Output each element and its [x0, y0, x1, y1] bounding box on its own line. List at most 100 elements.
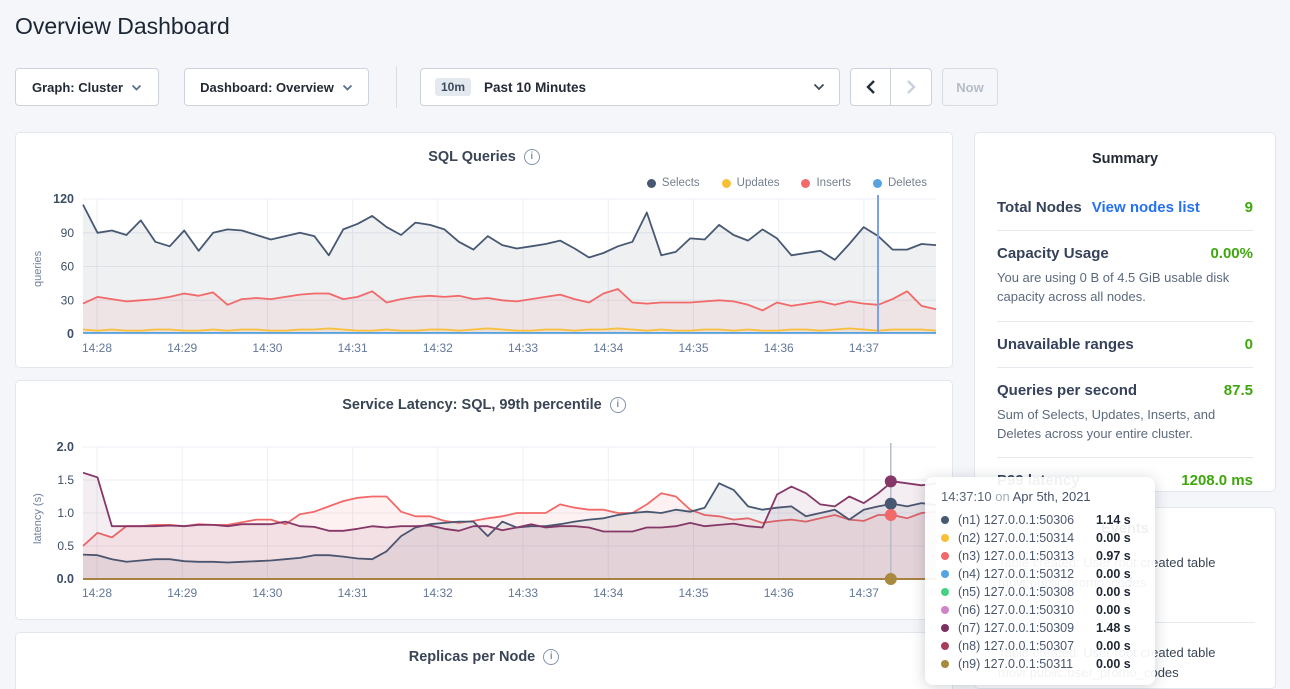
summary-row-total-nodes: Total Nodes View nodes list 9 — [997, 189, 1253, 226]
node-latency-value: 0.00 s — [1096, 603, 1131, 617]
hover-point-dot — [885, 475, 897, 487]
divider — [997, 321, 1253, 322]
node-address: (n9) 127.0.0.1:50311 — [958, 657, 1096, 671]
node-dot-icon — [941, 552, 949, 560]
divider — [997, 367, 1253, 368]
unavailable-ranges-value: 0 — [1245, 336, 1253, 353]
next-time-button[interactable] — [891, 68, 932, 106]
hover-point-dot — [885, 573, 897, 585]
x-tick-label: 14:31 — [338, 586, 368, 600]
x-tick-label: 14:35 — [678, 586, 708, 600]
latency-y-axis-title: latency (s) — [32, 493, 44, 544]
legend-label: Deletes — [888, 177, 927, 189]
divider — [997, 457, 1253, 458]
x-tick-label: 14:32 — [423, 341, 453, 355]
summary-row-capacity: Capacity Usage 0.00% You are using 0 B o… — [997, 235, 1253, 317]
x-tick-label: 14:30 — [252, 586, 282, 600]
y-tick-label: 90 — [61, 226, 75, 240]
latency-chart-title: Service Latency: SQL, 99th percentile — [342, 397, 602, 413]
replicas-chart-card: Replicas per Node i — [15, 632, 953, 689]
legend-label: Inserts — [816, 177, 851, 189]
summary-row-qps: Queries per second 87.5 Sum of Selects, … — [997, 372, 1253, 454]
tooltip-date: Apr 5th, 2021 — [1013, 489, 1091, 504]
y-tick-label: 120 — [53, 192, 74, 206]
sql-queries-chart[interactable]: 030609012014:2814:2914:3014:3114:3214:33… — [16, 191, 954, 369]
tooltip-time: 14:37:10 — [941, 489, 992, 504]
y-tick-label: 60 — [61, 260, 75, 274]
x-tick-label: 14:28 — [82, 586, 112, 600]
x-tick-label: 14:37 — [849, 341, 879, 355]
x-tick-label: 14:29 — [167, 586, 197, 600]
qps-value: 87.5 — [1224, 382, 1253, 399]
y-tick-label: 1.0 — [57, 506, 74, 520]
node-address: (n8) 127.0.0.1:50307 — [958, 639, 1096, 653]
capacity-usage-label: Capacity Usage — [997, 245, 1109, 262]
node-latency-value: 0.00 s — [1096, 585, 1131, 599]
time-range-dropdown[interactable]: 10m Past 10 Minutes — [420, 68, 840, 106]
y-tick-label: 0.0 — [57, 572, 74, 586]
x-tick-label: 14:32 — [423, 586, 453, 600]
toolbar-divider — [396, 66, 397, 108]
legend-item-updates[interactable]: Updates — [722, 177, 780, 189]
time-range-label: Past 10 Minutes — [484, 80, 813, 95]
tooltip-row: (n9) 127.0.0.1:503110.00 s — [941, 655, 1141, 673]
dashboard-dropdown-label: Dashboard: Overview — [200, 80, 334, 95]
dashboard-dropdown[interactable]: Dashboard: Overview — [184, 68, 369, 106]
chevron-left-icon — [866, 79, 876, 95]
x-tick-label: 14:28 — [82, 341, 112, 355]
node-address: (n7) 127.0.0.1:50309 — [958, 621, 1096, 635]
node-dot-icon — [941, 642, 949, 650]
y-tick-label: 30 — [61, 293, 75, 307]
info-icon[interactable]: i — [610, 397, 626, 413]
tooltip-rows: (n1) 127.0.0.1:503061.14 s(n2) 127.0.0.1… — [941, 511, 1141, 673]
x-tick-label: 14:36 — [764, 341, 794, 355]
node-dot-icon — [941, 660, 949, 668]
chart-hover-tooltip: 14:37:10 on Apr 5th, 2021 (n1) 127.0.0.1… — [925, 477, 1155, 685]
node-dot-icon — [941, 516, 949, 524]
tooltip-row: (n3) 127.0.0.1:503130.97 s — [941, 547, 1141, 565]
chevron-right-icon — [906, 79, 916, 95]
legend-dot-icon — [722, 179, 731, 188]
chevron-down-icon — [342, 84, 353, 91]
sql-queries-chart-title: SQL Queries — [428, 149, 516, 165]
summary-panel: Summary Total Nodes View nodes list 9 Ca… — [974, 132, 1276, 492]
node-latency-value: 0.00 s — [1096, 639, 1131, 653]
node-dot-icon — [941, 588, 949, 596]
legend-item-selects[interactable]: Selects — [647, 177, 700, 189]
legend-item-inserts[interactable]: Inserts — [801, 177, 851, 189]
time-step-buttons — [850, 68, 932, 106]
hover-point-dot — [885, 498, 897, 510]
previous-time-button[interactable] — [850, 68, 891, 106]
node-address: (n2) 127.0.0.1:50314 — [958, 531, 1096, 545]
node-address: (n3) 127.0.0.1:50313 — [958, 549, 1096, 563]
view-nodes-list-link[interactable]: View nodes list — [1092, 199, 1200, 216]
now-button[interactable]: Now — [942, 68, 998, 106]
tooltip-row: (n1) 127.0.0.1:503061.14 s — [941, 511, 1141, 529]
summary-title: Summary — [997, 151, 1253, 167]
divider — [997, 230, 1253, 231]
tooltip-row: (n5) 127.0.0.1:503080.00 s — [941, 583, 1141, 601]
x-tick-label: 14:35 — [678, 341, 708, 355]
info-icon[interactable]: i — [524, 149, 540, 165]
page-title: Overview Dashboard — [15, 13, 230, 40]
x-tick-label: 14:31 — [338, 341, 368, 355]
legend-item-deletes[interactable]: Deletes — [873, 177, 927, 189]
tooltip-row: (n6) 127.0.0.1:503100.00 s — [941, 601, 1141, 619]
time-range-badge: 10m — [435, 78, 471, 96]
sql-queries-chart-card: SQL Queries i Selects Updates Inserts Delet… — [15, 132, 953, 368]
graph-dropdown-label: Graph: Cluster — [32, 80, 123, 95]
latency-chart[interactable]: 0.00.51.01.52.014:2814:2914:3014:3114:32… — [16, 441, 954, 611]
tooltip-row: (n2) 127.0.0.1:503140.00 s — [941, 529, 1141, 547]
legend-label: Selects — [662, 177, 700, 189]
node-latency-value: 1.48 s — [1096, 621, 1131, 635]
x-tick-label: 14:30 — [252, 341, 282, 355]
graph-dropdown[interactable]: Graph: Cluster — [15, 68, 159, 106]
node-address: (n4) 127.0.0.1:50312 — [958, 567, 1096, 581]
info-icon[interactable]: i — [543, 649, 559, 665]
node-dot-icon — [941, 606, 949, 614]
legend-dot-icon — [873, 179, 882, 188]
unavailable-ranges-label: Unavailable ranges — [997, 336, 1134, 353]
qps-desc: Sum of Selects, Updates, Inserts, and De… — [997, 406, 1253, 444]
legend-label: Updates — [737, 177, 780, 189]
capacity-usage-desc: You are using 0 B of 4.5 GiB usable disk… — [997, 269, 1253, 307]
